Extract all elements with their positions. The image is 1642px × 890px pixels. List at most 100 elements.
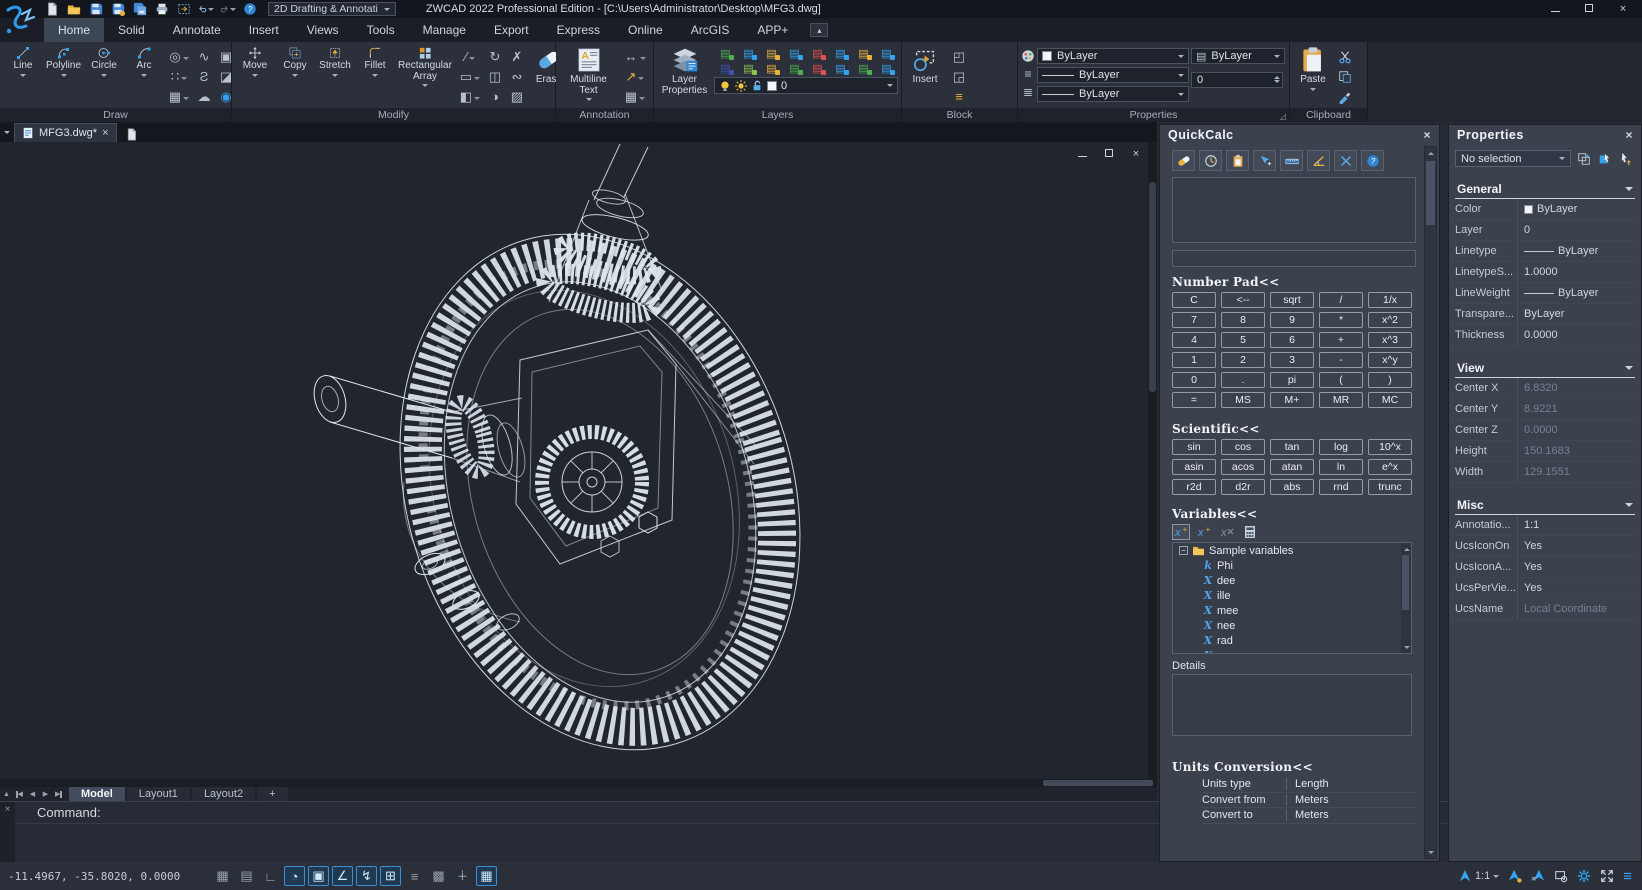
offset-tool[interactable]: ◧ [457,87,483,107]
lineweight-display-toggle[interactable]: ≡ [404,866,425,886]
color-palette-icon[interactable] [1021,49,1035,63]
workspace-selector[interactable]: 2D Drafting & Annotati [268,2,396,16]
calc-button[interactable]: - [1319,352,1363,368]
save-as-button[interactable] [110,2,126,17]
calc-button[interactable]: 8 [1221,312,1265,328]
calc-button[interactable]: MC [1368,392,1412,408]
rectangular-array-button[interactable]: Rectangular Array [395,44,455,106]
hatch-tool[interactable]: ▦ [166,87,192,107]
calc-button[interactable]: log [1319,439,1363,455]
calc-button[interactable]: 0 [1172,372,1216,388]
first-tab-button[interactable]: ◀ [13,787,26,801]
line-button[interactable]: Line [3,44,43,106]
thickness-stepper[interactable]: 0 [1191,72,1283,88]
rotate-tool[interactable]: ↻ [485,47,505,67]
plot-style-selector[interactable]: ▤ ByLayer [1191,48,1285,64]
annotation-scale-control[interactable]: 1:1 [1458,869,1499,883]
calculator-button[interactable] [1241,524,1259,540]
table-tool[interactable]: ▦ [620,87,650,107]
layer-isolate-tool[interactable]: ▤ [737,46,760,61]
drawing-canvas[interactable]: × [0,142,1157,779]
tab-online[interactable]: Online [614,18,677,42]
dynamic-ucs-toggle[interactable]: ⊞ [380,866,401,886]
calc-button[interactable]: abs [1270,479,1314,495]
model-paper-toggle[interactable]: ▦ [476,866,497,886]
calc-button[interactable]: pi [1270,372,1314,388]
collapse-icon[interactable]: − [1179,546,1188,555]
mirror-tool[interactable]: ◫ [485,67,505,87]
calc-button[interactable]: 1 [1172,352,1216,368]
center-mark-tool[interactable]: ◎ [166,47,192,67]
mdi-restore-button[interactable] [1102,149,1116,159]
tab-insert[interactable]: Insert [235,18,293,42]
calc-button[interactable]: acos [1221,459,1265,475]
new-file-button[interactable] [44,2,60,17]
color-selector[interactable]: ByLayer [1037,48,1189,64]
layer-copy-tool[interactable]: ▤ [852,61,875,76]
dynamic-input-toggle[interactable]: ↯ [356,866,377,886]
point-tool[interactable]: ∷ [166,67,192,87]
layer-freeze-tool[interactable]: ▤ [760,46,783,61]
paste-value-button[interactable] [1226,150,1249,171]
layer-states-tool[interactable]: ▤ [875,61,898,76]
document-tab[interactable]: MFG3.dwg* × [14,123,117,142]
layer-vp-freeze-tool[interactable]: ▤ [829,61,852,76]
calc-button[interactable]: sqrt [1270,292,1314,308]
prev-tab-button[interactable]: ◀ [26,787,39,801]
undo-button[interactable] [198,2,214,17]
snap-mode-toggle[interactable]: ▤ [236,866,257,886]
variable-item[interactable]: k Phi [1173,558,1411,573]
layer-properties-button[interactable]: Layer Properties [657,44,712,106]
layer-off-tool[interactable]: ▤ [714,46,737,61]
block-create-tool[interactable]: ◰ [947,47,971,67]
close-document-icon[interactable]: × [102,127,108,139]
ortho-mode-toggle[interactable]: ∟ [260,866,281,886]
delete-variable-button[interactable]: x [1218,524,1236,540]
block-editor-tool[interactable]: ◲ [947,67,971,87]
cut-tool[interactable] [1335,47,1355,67]
calc-button[interactable]: + [1319,332,1363,348]
move-button[interactable]: Move [235,44,275,106]
number-pad-header[interactable]: Number Pad<< [1172,275,1416,289]
close-command-icon[interactable]: × [5,804,11,862]
tab-arcgis[interactable]: ArcGIS [677,18,744,42]
tab-app-plus[interactable]: APP+ [743,18,802,42]
object-snap-toggle[interactable]: ▣ [308,866,329,886]
layer-current-tool[interactable]: ▤ [760,61,783,76]
calc-help-button[interactable]: ? [1361,150,1384,171]
close-quickcalc-icon[interactable]: × [1423,128,1431,142]
edit-hatch-tool[interactable]: ▨ [507,87,527,107]
clear-history-button[interactable] [1334,150,1357,171]
edit-variable-button[interactable]: x+ [1195,524,1213,540]
tab-tools[interactable]: Tools [353,18,409,42]
layer-unlock-tool[interactable]: ▤ [852,46,875,61]
layer-delete-tool[interactable]: ▤ [806,61,829,76]
calc-button[interactable]: 10^x [1368,439,1412,455]
save-all-button[interactable] [132,2,148,17]
calc-button[interactable]: 6 [1270,332,1314,348]
grid-display-toggle[interactable]: ▦ [212,866,233,886]
copy-clip-tool[interactable] [1335,67,1355,87]
layer-lock-tool[interactable]: ▤ [783,46,806,61]
close-button[interactable]: × [1616,4,1630,14]
variable-item[interactable]: X vee [1173,648,1411,654]
layer-thaw-tool[interactable]: ▤ [829,46,852,61]
trim-tool[interactable]: ✗ [507,47,527,67]
calc-button[interactable]: 5 [1221,332,1265,348]
calc-button[interactable]: . [1221,372,1265,388]
new-layout-tab[interactable]: + [257,787,287,801]
calc-button[interactable]: 3 [1270,352,1314,368]
tab-home[interactable]: Home [44,18,104,42]
tab-solid[interactable]: Solid [104,18,159,42]
units-conversion-header[interactable]: Units Conversion<< [1172,760,1416,774]
variable-item[interactable]: X ille [1173,588,1411,603]
scale-tool[interactable]: ▭ [457,67,483,87]
tree-scrollbar[interactable] [1401,543,1411,653]
object-snap-tracking-toggle[interactable]: ∠ [332,866,353,886]
units-row[interactable]: Units type Length [1202,777,1416,793]
minimize-button[interactable] [1548,4,1562,14]
layer-match-tool[interactable]: ▤ [714,61,737,76]
lineweight-list-icon[interactable]: ≣ [1023,85,1033,99]
select-objects-button[interactable] [1574,150,1593,167]
calc-button[interactable]: tan [1270,439,1314,455]
